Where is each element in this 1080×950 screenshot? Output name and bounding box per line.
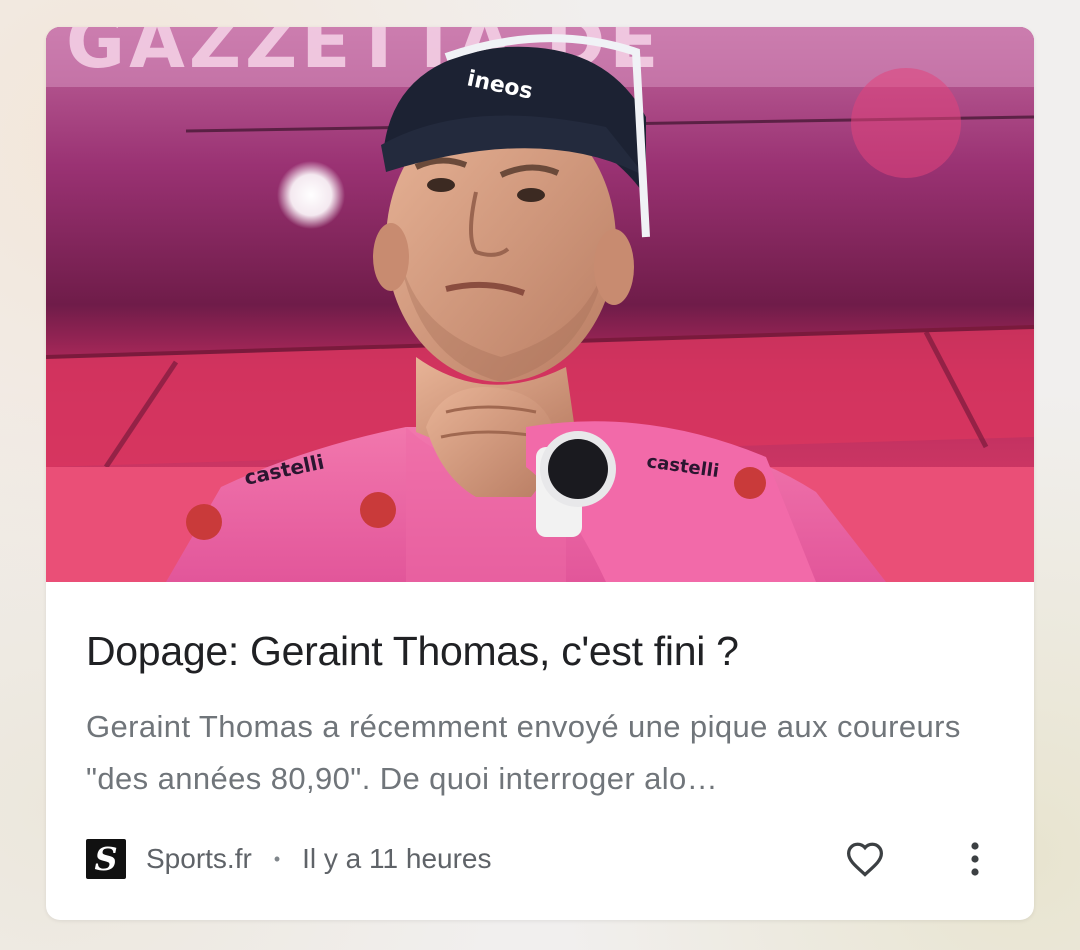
article-title[interactable]: Dopage: Geraint Thomas, c'est fini ?	[86, 625, 986, 677]
heart-outline-icon	[846, 842, 884, 877]
article-meta: S Sports.fr • Il y a 11 heures	[86, 837, 994, 881]
meta-separator: •	[273, 848, 281, 869]
article-snippet[interactable]: Geraint Thomas a récemment envoyé une pi…	[86, 701, 986, 805]
more-options-button[interactable]	[960, 834, 990, 884]
more-vert-icon	[971, 842, 979, 876]
source-logo-icon[interactable]: S	[86, 839, 126, 879]
news-card[interactable]: GAZZETTA DE ineos castelli castelli Dopa…	[46, 27, 1034, 920]
article-image[interactable]: GAZZETTA DE ineos castelli castelli	[46, 27, 1034, 582]
source-name[interactable]: Sports.fr	[146, 843, 252, 875]
like-button[interactable]	[840, 834, 890, 884]
publish-time: Il y a 11 heures	[302, 843, 492, 874]
